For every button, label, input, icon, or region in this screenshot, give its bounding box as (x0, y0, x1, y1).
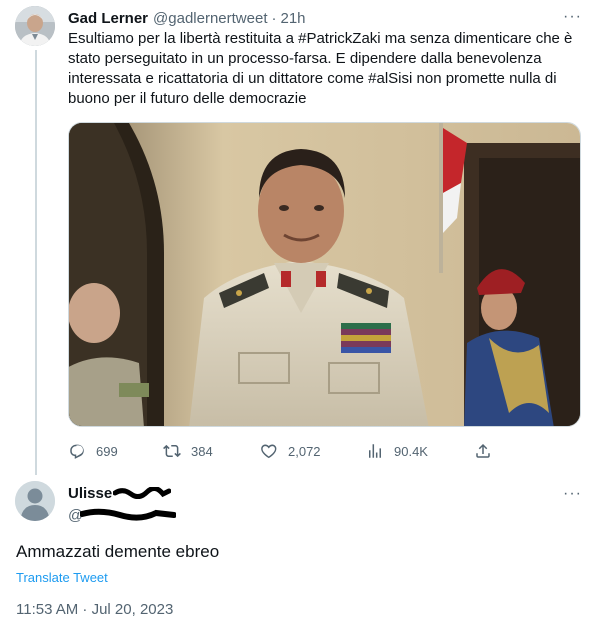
share-icon (476, 443, 490, 458)
avatar[interactable] (15, 6, 55, 46)
reply-count: 699 (96, 443, 118, 459)
tweet-photo[interactable] (68, 122, 581, 427)
translate-tweet-link[interactable]: Translate Tweet (16, 570, 108, 585)
hashtag-link[interactable]: #alSisi (368, 70, 412, 87)
tweet-actions-bar: 699 384 2,072 90.4K (68, 440, 498, 462)
tweet-timestamp[interactable]: 11:53 AM · Jul 20, 2023 (16, 601, 173, 618)
avatar[interactable] (15, 481, 55, 521)
tweet-text-part: Esultiamo per la libertà restituita a (68, 30, 299, 47)
share-button[interactable] (474, 442, 502, 460)
author-handle[interactable]: @gadlernertweet (153, 10, 267, 27)
like-count: 2,072 (288, 443, 321, 459)
views-button[interactable]: 90.4K (366, 442, 428, 460)
separator-dot: · (271, 9, 277, 27)
tweet-header: Gad Lerner @gadlernertweet · 21h (68, 8, 582, 28)
more-icon[interactable]: ··· (563, 485, 582, 503)
redaction-scribble (113, 487, 171, 499)
retweet-icon (163, 444, 181, 458)
views-count: 90.4K (394, 443, 428, 459)
reply-icon (70, 444, 84, 459)
retweet-count: 384 (191, 443, 213, 459)
author-name[interactable]: Ulisse (68, 485, 112, 502)
views-icon (369, 444, 381, 458)
tweet-text: Esultiamo per la libertà restituita a #P… (68, 29, 583, 109)
reply-button[interactable]: 699 (68, 442, 118, 460)
redaction-scribble (80, 508, 176, 521)
hashtag-link[interactable]: #PatrickZaki (298, 30, 381, 47)
like-icon (261, 444, 277, 459)
tweet-time[interactable]: 21h (281, 10, 306, 27)
retweet-button[interactable]: 384 (163, 442, 213, 460)
author-name[interactable]: Gad Lerner (68, 10, 148, 27)
more-icon[interactable]: ··· (563, 8, 582, 26)
like-button[interactable]: 2,072 (260, 442, 321, 460)
thread-connector-line (35, 50, 37, 475)
tweet-text: Ammazzati demente ebreo (16, 542, 220, 561)
